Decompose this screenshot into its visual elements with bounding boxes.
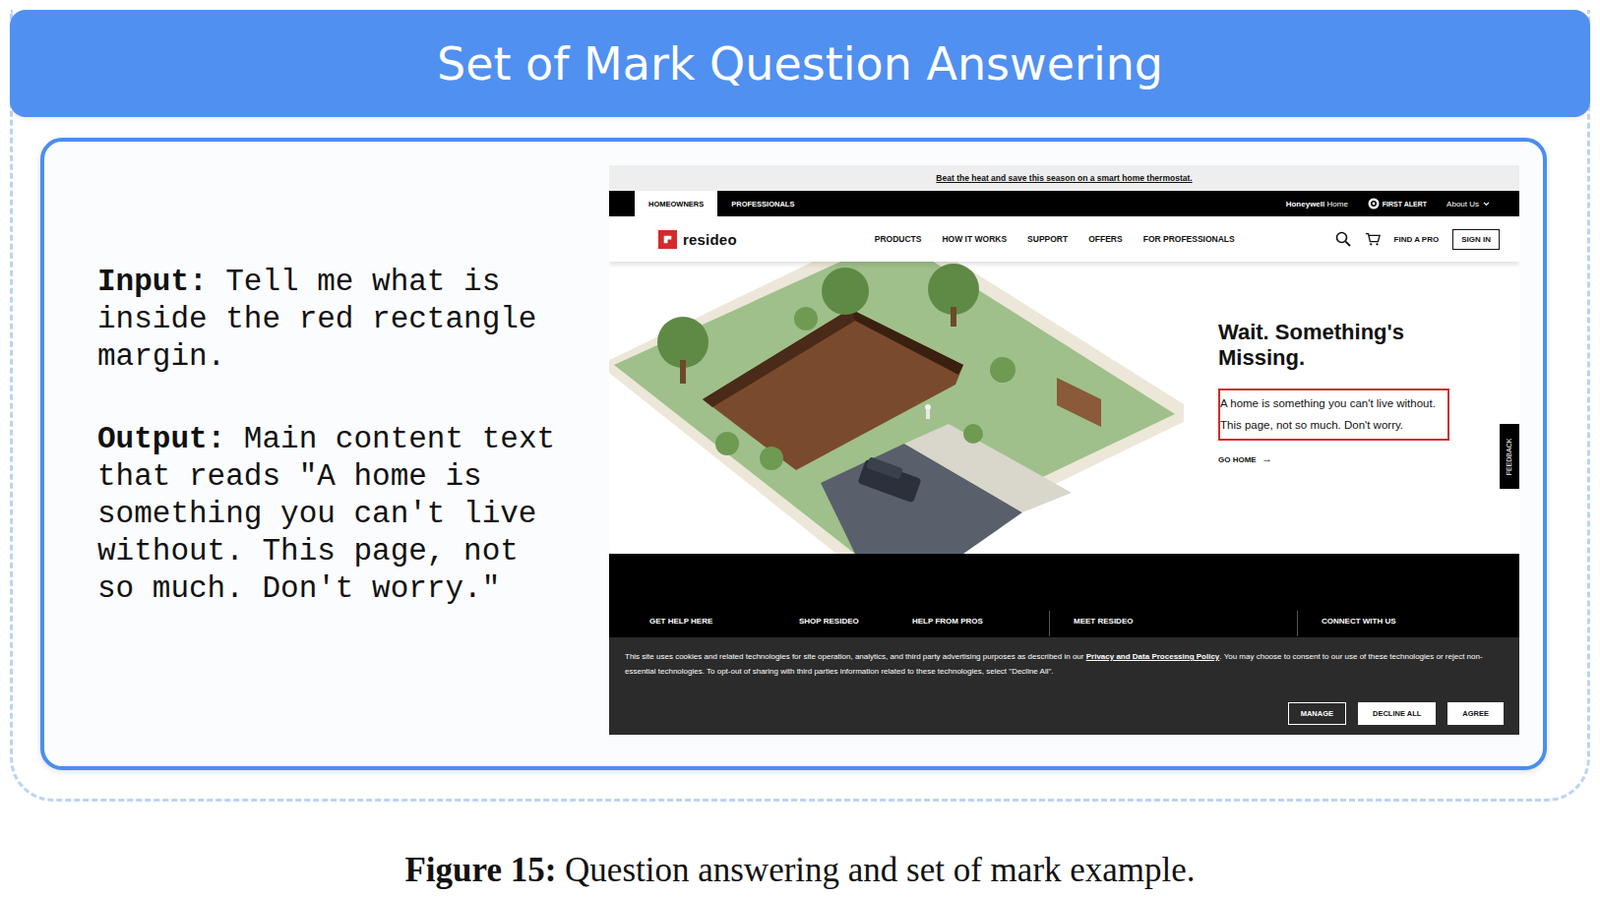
audience-tabs: HOMEOWNERSPROFESSIONALS — [634, 190, 808, 217]
footer-column-heading[interactable]: HELP FROM PROS — [912, 611, 1049, 637]
cookie-buttons: MANAGE DECLINE ALL AGREE — [624, 702, 1504, 726]
nav-item[interactable]: SUPPORT — [1027, 234, 1068, 245]
footer-column-heading[interactable]: GET HELP HERE — [649, 611, 800, 637]
hero-section: Wait. Something's Missing. A home is som… — [609, 261, 1520, 554]
nav-actions: FIND A PRO SIGN IN — [1335, 229, 1500, 250]
resideo-logo[interactable]: resideo — [658, 230, 738, 249]
nav-item[interactable]: OFFERS — [1088, 234, 1122, 245]
figure-caption: Figure 15: Question answering and set of… — [0, 851, 1600, 891]
about-menu[interactable]: About Us — [1446, 199, 1490, 209]
promo-bar: Beat the heat and save this season on a … — [609, 165, 1520, 191]
figure: Set of Mark Question Answering Input: Te… — [0, 0, 1600, 897]
cookie-banner: This site uses cookies and related techn… — [609, 637, 1520, 736]
cookie-button[interactable]: AGREE — [1447, 702, 1504, 726]
input-text: Input: Tell me what is inside the red re… — [97, 263, 570, 376]
audience-bar: HOMEOWNERSPROFESSIONALS Honeywell Home F… — [609, 190, 1520, 217]
find-a-pro-link[interactable]: FIND A PRO — [1394, 235, 1440, 245]
resideo-logo-icon — [658, 230, 677, 249]
hero-content: Wait. Something's Missing. A home is som… — [1183, 261, 1465, 554]
nav-item[interactable]: FOR PROFESSIONALS — [1143, 234, 1235, 245]
figure-header: Set of Mark Question Answering — [9, 9, 1591, 118]
cookie-text: This site uses cookies and related techn… — [624, 649, 1504, 679]
body-line: This page, not so much. Don't worry. — [1220, 414, 1436, 436]
website-screenshot: Beat the heat and save this season on a … — [609, 165, 1520, 736]
body-line: A home is something you can't live witho… — [1220, 392, 1436, 415]
promo-link[interactable]: Beat the heat and save this season on a … — [935, 173, 1192, 184]
example-card: Input: Tell me what is inside the red re… — [40, 137, 1547, 771]
figure-frame: Set of Mark Question Answering Input: Te… — [9, 9, 1591, 802]
cart-icon[interactable] — [1364, 231, 1381, 247]
audience-tab[interactable]: HOMEOWNERS — [634, 190, 718, 217]
privacy-policy-link[interactable]: Privacy and Data Processing Policy — [1086, 652, 1221, 662]
cookie-button[interactable]: DECLINE ALL — [1357, 702, 1436, 726]
nav-item[interactable]: PRODUCTS — [874, 234, 923, 245]
feedback-tab[interactable]: FEEDBACK — [1499, 424, 1520, 490]
figure-title: Set of Mark Question Answering — [436, 37, 1164, 91]
footer-columns: GET HELP HERESHOP RESIDEOHELP FROM PROSM… — [609, 553, 1520, 637]
first-alert-link[interactable]: FIRST ALERT — [1367, 197, 1427, 210]
main-nav: resideo PRODUCTS HOW IT WORKS SUPPORT OFFER… — [609, 216, 1520, 262]
sign-in-button[interactable]: SIGN IN — [1452, 229, 1500, 250]
arrow-right-icon: → — [1261, 452, 1273, 465]
footer-column-heading[interactable]: SHOP RESIDEO — [799, 611, 913, 637]
nav-menu: PRODUCTS HOW IT WORKS SUPPORT OFFERS FOR PRO… — [874, 234, 1235, 245]
go-home-link[interactable]: GO HOME → — [1218, 452, 1465, 465]
hero-heading: Wait. Something's Missing. — [1218, 319, 1465, 371]
audience-tab[interactable]: PROFESSIONALS — [717, 190, 808, 217]
qa-panel: Input: Tell me what is inside the red re… — [97, 165, 570, 609]
honeywell-link[interactable]: Honeywell Home — [1286, 199, 1349, 209]
footer-column-heading[interactable]: MEET RESIDEO — [1048, 611, 1297, 637]
missing-house-illustration — [609, 261, 1184, 554]
nav-item[interactable]: HOW IT WORKS — [941, 234, 1007, 245]
search-icon[interactable] — [1335, 231, 1352, 247]
site-footer: GET HELP HERESHOP RESIDEOHELP FROM PROSM… — [609, 553, 1520, 736]
footer-column-heading[interactable]: CONNECT WITH US — [1296, 611, 1520, 637]
brand-links: Honeywell Home FIRST ALERT About Us — [1286, 190, 1490, 217]
marked-body-text: A home is something you can't live witho… — [1218, 388, 1450, 441]
output-text: Output: Main content text that reads "A … — [97, 421, 570, 609]
chevron-down-icon — [1482, 201, 1490, 207]
first-alert-icon — [1367, 197, 1380, 210]
cookie-button[interactable]: MANAGE — [1288, 702, 1347, 726]
